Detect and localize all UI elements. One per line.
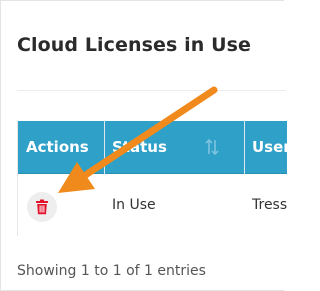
table-header: Actions Status User: [18, 121, 287, 174]
delete-button[interactable]: [27, 192, 57, 222]
card-title: Cloud Licenses in Use: [17, 34, 252, 56]
trash-icon: [36, 199, 48, 215]
table-row: In Use Tress: [18, 174, 287, 236]
column-header-actions: Actions: [26, 138, 89, 156]
licenses-card: Cloud Licenses in Use Actions Status Use…: [0, 0, 287, 291]
column-header-user[interactable]: User: [252, 121, 287, 173]
cell-user: Tress: [252, 197, 287, 213]
table-info: Showing 1 to 1 of 1 entries: [17, 263, 206, 279]
licenses-table: Actions Status User In Use Tress: [17, 121, 287, 236]
title-divider: [17, 90, 286, 91]
column-header-status[interactable]: Status: [112, 121, 167, 173]
sort-icon[interactable]: [204, 138, 220, 156]
cell-status: In Use: [112, 197, 156, 213]
